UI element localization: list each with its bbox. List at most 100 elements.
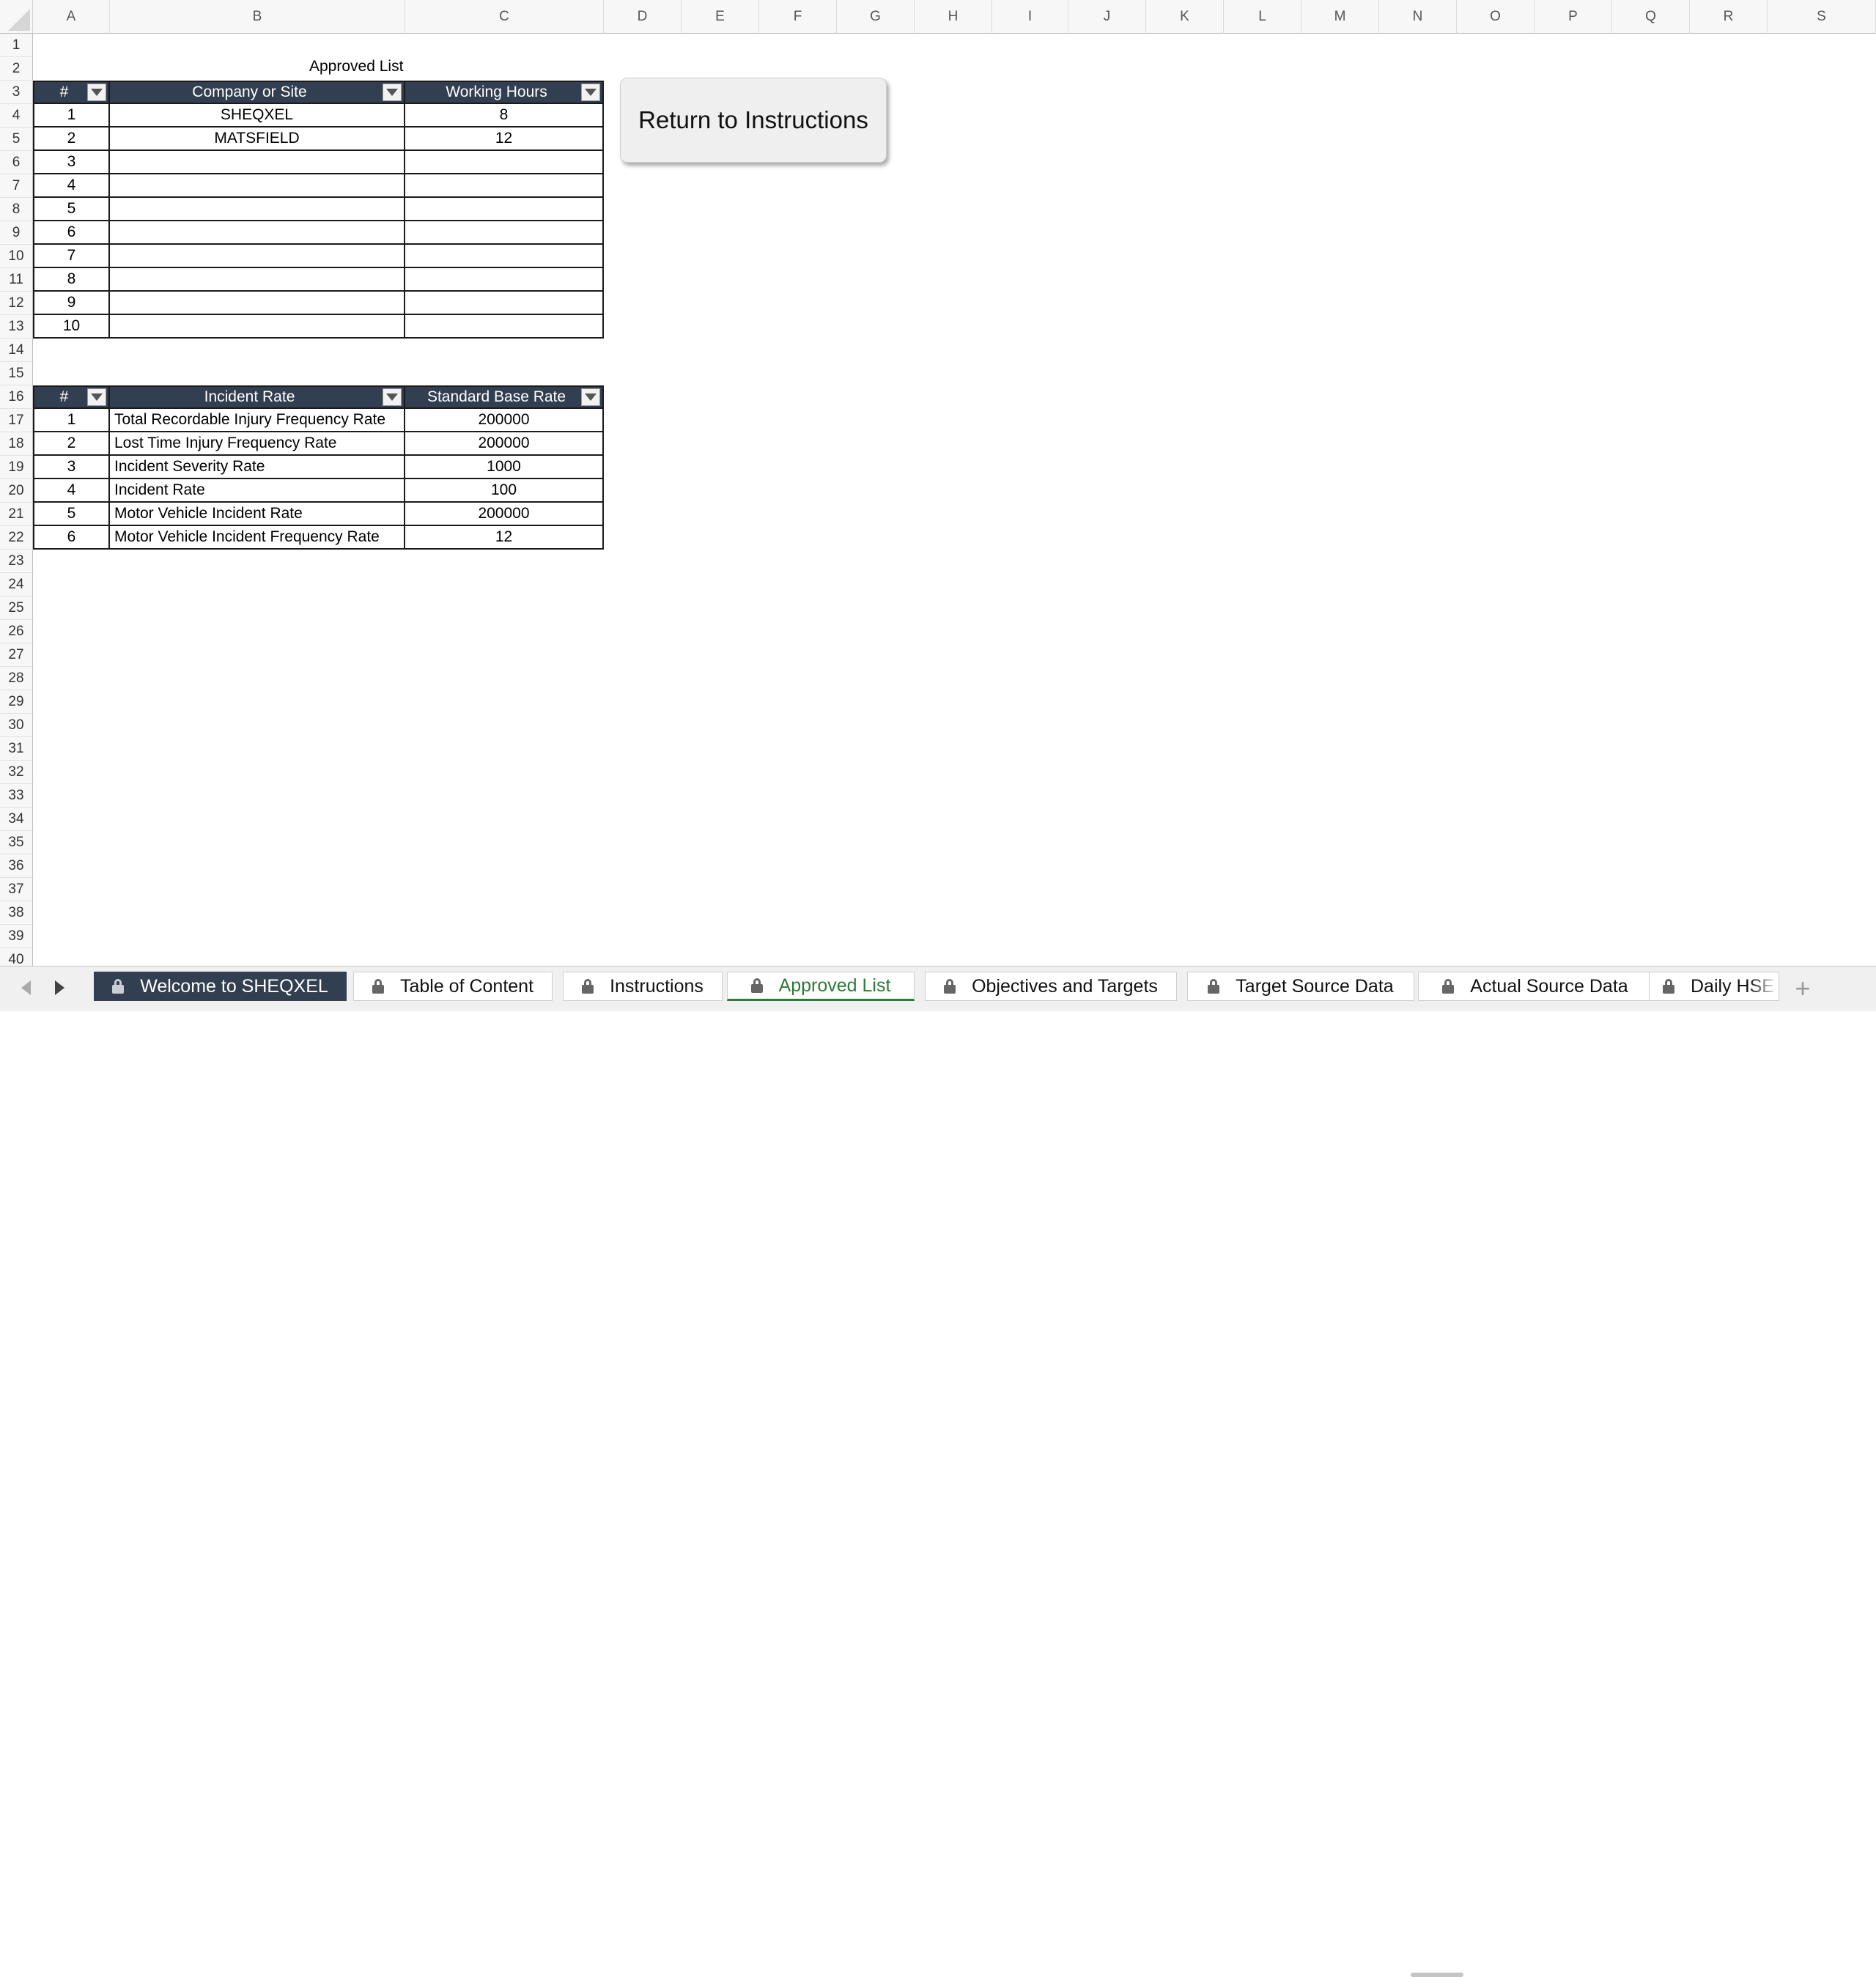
row-header[interactable]: 30 [0,714,33,737]
table-cell[interactable] [405,198,604,221]
table-cell[interactable]: 1 [33,409,110,432]
row-header[interactable]: 39 [0,925,33,948]
filter-dropdown-icon[interactable] [87,388,106,406]
table-cell[interactable] [405,245,604,268]
column-header[interactable]: B [110,0,405,34]
table-header-cell[interactable]: # [33,81,110,104]
row-header[interactable]: 13 [0,315,33,339]
row-header[interactable]: 20 [0,479,33,503]
column-header[interactable]: S [1768,0,1876,34]
filter-dropdown-icon[interactable] [383,84,402,101]
table-cell[interactable] [110,315,405,339]
sheet-tab[interactable]: Daily HSE [1649,972,1779,1001]
table-cell[interactable] [110,151,405,174]
table-header-cell[interactable]: # [33,385,110,409]
table-cell[interactable]: Lost Time Injury Frequency Rate [110,432,405,456]
next-sheet-arrow-icon[interactable] [48,977,70,999]
sheet-tab[interactable]: Approved List [727,972,915,1001]
row-header[interactable]: 37 [0,878,33,901]
column-header[interactable]: E [682,0,759,34]
column-header[interactable]: O [1457,0,1535,34]
sheet-tab[interactable]: Table of Content [353,972,553,1001]
table-cell[interactable] [110,292,405,315]
row-header[interactable]: 22 [0,526,33,550]
filter-dropdown-icon[interactable] [383,388,402,406]
row-header[interactable]: 3 [0,81,33,104]
row-header[interactable]: 31 [0,737,33,761]
column-header[interactable]: A [33,0,110,34]
add-sheet-button[interactable]: + [1788,973,1817,1003]
row-header[interactable]: 34 [0,808,33,831]
row-header[interactable]: 25 [0,596,33,620]
table-cell[interactable]: 4 [33,174,110,198]
row-header[interactable]: 17 [0,409,33,432]
column-header[interactable]: K [1146,0,1224,34]
table-cell[interactable]: 4 [33,479,110,503]
row-header[interactable]: 5 [0,128,33,151]
column-header[interactable]: Q [1612,0,1690,34]
row-header[interactable]: 35 [0,831,33,854]
column-header[interactable]: L [1224,0,1301,34]
table-cell[interactable]: 9 [33,292,110,315]
table-cell[interactable]: 1000 [405,456,604,479]
table-cell[interactable]: 200000 [405,503,604,526]
column-header[interactable]: M [1301,0,1379,34]
table-cell[interactable]: SHEQXEL [110,104,405,128]
select-all-corner[interactable] [0,0,33,34]
table-cell[interactable]: 12 [405,128,604,151]
table-cell[interactable]: Total Recordable Injury Frequency Rate [110,409,405,432]
row-header[interactable]: 6 [0,151,33,174]
table-cell[interactable]: 8 [33,268,110,292]
column-header[interactable]: C [405,0,604,34]
row-header[interactable]: 38 [0,901,33,925]
table-cell[interactable]: 3 [33,456,110,479]
row-header[interactable]: 40 [0,948,33,966]
table-cell[interactable] [405,268,604,292]
horizontal-scrollbar[interactable] [1411,1973,1463,1977]
row-header[interactable]: 18 [0,432,33,456]
table-header-cell[interactable]: Company or Site [110,81,405,104]
table-cell[interactable]: 7 [33,245,110,268]
table-cell[interactable]: 1 [33,104,110,128]
table-cell[interactable] [405,315,604,339]
prev-sheet-arrow-icon[interactable] [15,977,37,999]
row-header[interactable]: 29 [0,690,33,714]
table-cell[interactable]: 5 [33,198,110,221]
table-cell[interactable]: 100 [405,479,604,503]
table-cell[interactable]: 6 [33,221,110,245]
row-header[interactable]: 12 [0,292,33,315]
row-header[interactable]: 19 [0,456,33,479]
row-header[interactable]: 33 [0,784,33,808]
row-header[interactable]: 9 [0,221,33,245]
row-header[interactable]: 10 [0,245,33,268]
table-cell[interactable]: Incident Rate [110,479,405,503]
table-cell[interactable]: 2 [33,432,110,456]
table-cell[interactable] [110,221,405,245]
column-header[interactable]: H [915,0,992,34]
row-header[interactable]: 16 [0,385,33,409]
spreadsheet-grid[interactable]: ABCDEFGHIJKLMNOPQRS 1 2 3 4 5 6 7 8 9 10 11 12 13 14 1… [0,0,1876,966]
row-header[interactable]: 1 [0,34,33,57]
sheet-tab[interactable]: Objectives and Targets [925,972,1177,1001]
column-header[interactable]: J [1068,0,1146,34]
table-cell[interactable]: 12 [405,526,604,550]
table-cell[interactable] [405,221,604,245]
column-header[interactable]: D [604,0,682,34]
return-to-instructions-button[interactable]: Return to Instructions [620,78,887,163]
row-header[interactable]: 36 [0,854,33,878]
row-header[interactable]: 4 [0,104,33,128]
row-header[interactable]: 23 [0,550,33,573]
sheet-tab[interactable]: Target Source Data [1187,972,1414,1001]
row-header[interactable]: 14 [0,339,33,362]
table-cell[interactable] [110,174,405,198]
column-header[interactable]: I [992,0,1068,34]
table-cell[interactable] [405,174,604,198]
table-cell[interactable]: 5 [33,503,110,526]
column-header[interactable]: R [1690,0,1768,34]
filter-dropdown-icon[interactable] [581,84,600,101]
table-cell[interactable] [110,268,405,292]
table-cell[interactable]: MATSFIELD [110,128,405,151]
table-header-cell[interactable]: Standard Base Rate [405,385,604,409]
table-cell[interactable] [405,292,604,315]
table-header-cell[interactable]: Working Hours [405,81,604,104]
